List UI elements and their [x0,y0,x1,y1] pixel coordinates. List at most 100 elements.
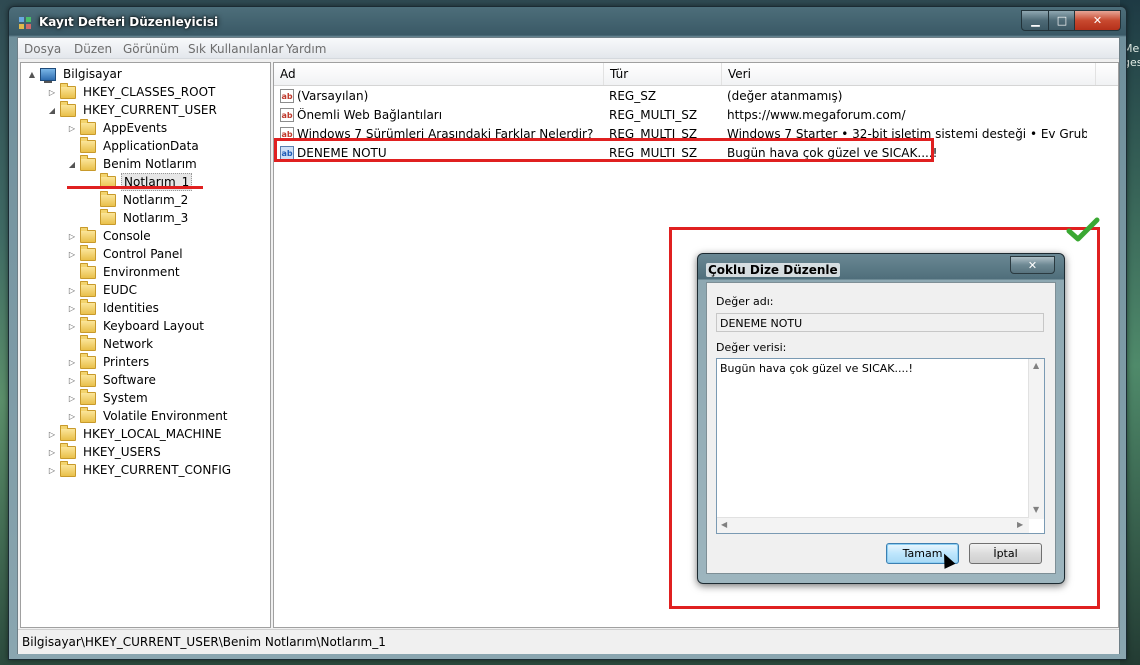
scroll-left-icon[interactable]: ◀ [721,520,727,529]
tree-item[interactable]: ▷ AppEvents [67,118,169,137]
tree-item[interactable]: ◢ HKEY_CURRENT_USER [47,100,219,119]
tree-item[interactable]: Network [67,334,155,353]
tree-item[interactable]: Notlarım_3 [87,208,190,227]
highlight-underline [67,186,203,189]
folder-icon [60,460,76,477]
tree-item[interactable]: ▷ Volatile Environment [67,406,230,425]
tree-item-label: Control Panel [103,247,183,261]
tree-expander-icon[interactable]: ▷ [67,286,77,295]
column-header-type[interactable]: Tür [604,63,722,85]
tree-expander-icon[interactable]: ▷ [47,466,57,475]
tree-item[interactable]: ◢ Benim Notlarım [67,154,199,173]
folder-icon [60,100,76,117]
menu-gorunum[interactable]: Görünüm [123,42,179,56]
tree-expander-icon[interactable]: ▲ [27,70,37,79]
tree-expander-icon[interactable]: ▷ [67,250,77,259]
tree-expander-icon[interactable]: ▷ [67,394,77,403]
tree-item[interactable]: ▷ Keyboard Layout [67,316,206,335]
tree-item[interactable]: ▷ Console [67,226,153,245]
tree-item-label: Software [103,373,156,387]
menu-dosya[interactable]: Dosya [24,42,61,56]
tree-item-label: Bilgisayar [63,67,122,81]
status-path: Bilgisayar\HKEY_CURRENT_USER\Benim Notla… [22,635,386,649]
scroll-right-icon[interactable]: ▶ [1017,520,1023,529]
tree-item[interactable]: ▷ Software [67,370,158,389]
computer-icon [40,67,56,83]
tree-expander-icon[interactable]: ▷ [67,124,77,133]
list-row[interactable]: ab (Varsayılan) REG_SZ (değer atanmamış) [274,87,1104,106]
tree-expander-icon[interactable]: ▷ [47,430,57,439]
folder-icon [80,136,96,153]
folder-icon [80,154,96,171]
folder-icon [80,226,96,243]
horizontal-scrollbar[interactable]: ◀ ▶ [717,517,1029,533]
highlight-row-box [274,138,934,162]
tree-item[interactable]: ▷ HKEY_CURRENT_CONFIG [47,460,233,479]
registry-app-icon [19,17,31,29]
column-header-data[interactable]: Veri [722,63,1096,85]
tree-item[interactable]: ▷ HKEY_USERS [47,442,163,461]
folder-icon [60,442,76,459]
scroll-up-icon[interactable]: ▲ [1033,361,1039,370]
tree-expander-icon[interactable]: ▷ [47,88,57,97]
tree-expander-icon[interactable]: ▷ [67,304,77,313]
title-bar[interactable]: Kayıt Defteri Düzenleyicisi ▁ □ ✕ [9,7,1126,37]
tree-expander-icon[interactable]: ◢ [47,106,57,115]
tree-expander-icon[interactable]: ▷ [67,232,77,241]
tree-item-label: ApplicationData [103,139,199,153]
tree-item-label: Keyboard Layout [103,319,205,333]
tree-item[interactable]: ▷ System [67,388,150,407]
list-header: Ad Tür Veri [274,63,1118,86]
minimize-button[interactable]: ▁ [1021,10,1050,31]
folder-icon [80,406,96,423]
tree-item[interactable]: ApplicationData [67,136,201,155]
value-data-textarea[interactable]: Bugün hava çok güzel ve SICAK....! ▲ ▼ ◀… [716,358,1045,534]
tree-item[interactable]: ▷ HKEY_LOCAL_MACHINE [47,424,224,443]
tree-expander-icon[interactable]: ▷ [67,412,77,421]
folder-icon [80,352,96,369]
menu-bar: Dosya Düzen Görünüm Sık Kullanılanlar Ya… [18,38,1119,59]
cell-data: https://www.megaforum.com/ [727,108,906,122]
tree-expander-icon[interactable]: ▷ [67,322,77,331]
tree-item-label: Environment [103,265,180,279]
tree-item-label: Volatile Environment [103,409,228,423]
tree-expander-icon[interactable]: ◢ [67,160,77,169]
tree-item-label: AppEvents [103,121,168,135]
menu-yardim[interactable]: Yardım [286,42,326,56]
column-header-name[interactable]: Ad [274,63,604,85]
tree-item[interactable]: ▷ EUDC [67,280,139,299]
folder-icon [80,280,96,297]
tree-item[interactable]: Notlarım_2 [87,190,190,209]
value-name-label: Değer adı: [716,295,774,308]
maximize-button[interactable]: □ [1048,10,1076,31]
tree-item[interactable]: ▷ Printers [67,352,151,371]
cell-type: REG_MULTI_SZ [609,108,698,122]
scroll-down-icon[interactable]: ▼ [1033,505,1039,514]
list-row[interactable]: ab Önemli Web Bağlantıları REG_MULTI_SZ htt… [274,106,1104,125]
folder-icon [80,388,96,405]
tree-item[interactable]: ▷ HKEY_CLASSES_ROOT [47,82,217,101]
tree-item[interactable]: Environment [67,262,182,281]
menu-sik-kullanilanlar[interactable]: Sık Kullanılanlar [188,42,283,56]
registry-tree[interactable]: ▲ Bilgisayar ▷ HKEY_CLASSES_ROOT ◢ HKEY_CURRE… [20,62,271,628]
vertical-scrollbar[interactable]: ▲ ▼ [1028,359,1044,519]
tree-expander-icon[interactable]: ▷ [47,448,57,457]
menu-duzen[interactable]: Düzen [74,42,112,56]
folder-icon [100,190,116,207]
folder-icon [80,370,96,387]
tree-expander-icon[interactable]: ▷ [67,358,77,367]
tree-item-label: Identities [103,301,159,315]
tree-item[interactable]: ▷ Identities [67,298,161,317]
dialog-close-button[interactable]: ✕ [1010,256,1055,274]
folder-icon [80,244,96,261]
tree-item-label: HKEY_CURRENT_USER [83,103,217,117]
close-button[interactable]: ✕ [1074,10,1121,31]
tree-expander-icon[interactable]: ▷ [67,376,77,385]
tree-item[interactable]: ▲ Bilgisayar [27,65,124,83]
folder-icon [100,208,116,225]
tree-item-label: EUDC [103,283,137,297]
folder-icon [80,118,96,135]
cancel-button[interactable]: İptal [969,543,1042,564]
tree-item[interactable]: ▷ Control Panel [67,244,185,263]
tree-item-label: Benim Notlarım [103,157,197,171]
